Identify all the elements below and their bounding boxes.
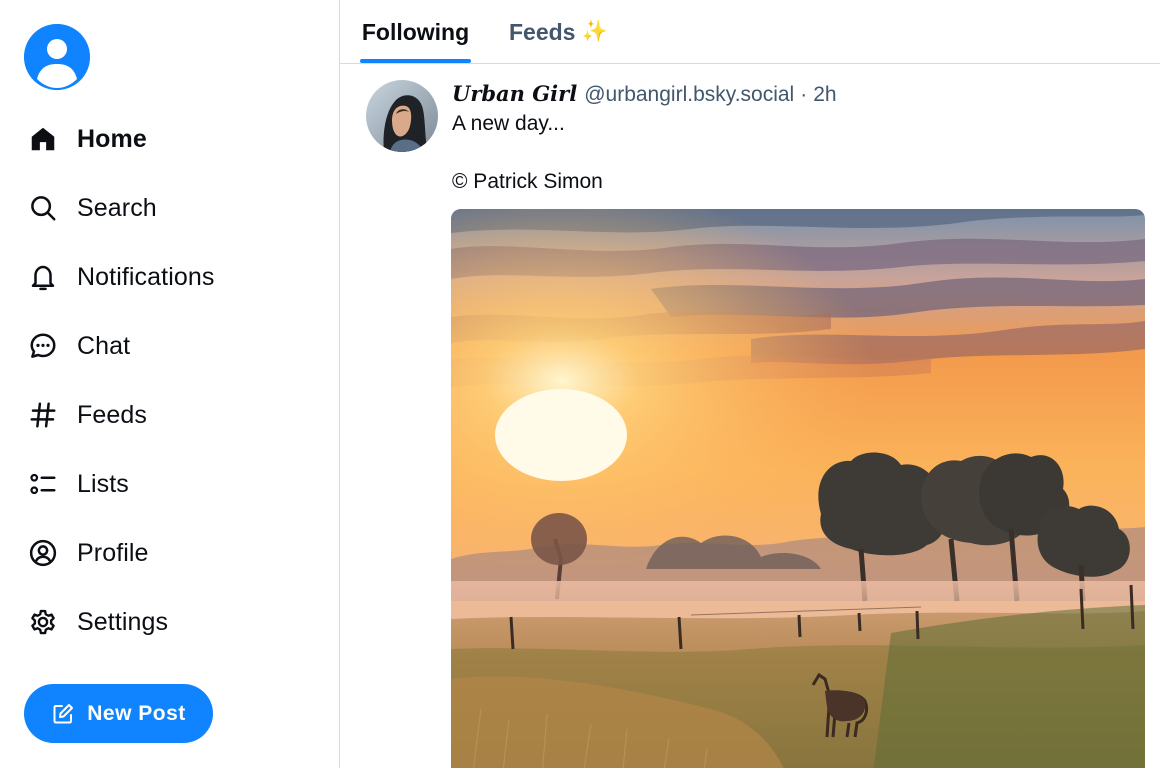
- nav-label-home: Home: [77, 124, 147, 153]
- post-author-name[interactable]: Urban Girl: [452, 81, 577, 106]
- new-post-label: New Post: [87, 701, 186, 725]
- post-text-line-2: © Patrick Simon: [452, 170, 603, 193]
- tab-following[interactable]: Following: [360, 0, 471, 64]
- tab-label-following: Following: [361, 18, 470, 45]
- search-icon: [24, 189, 62, 227]
- sidebar: Home Search Notifications Chat Feeds Lis…: [0, 0, 339, 768]
- nav-label-chat: Chat: [77, 331, 131, 360]
- list-icon: [24, 465, 62, 503]
- home-icon: [24, 120, 62, 158]
- main-column: Following Feeds ✨ Urban Girl @urbangirl.…: [339, 0, 1160, 768]
- nav-item-home[interactable]: Home: [24, 111, 304, 167]
- nav-label-settings: Settings: [77, 607, 169, 636]
- hashtag-icon: [24, 396, 62, 434]
- nav-item-feeds[interactable]: Feeds: [24, 387, 304, 443]
- post-header: Urban Girl @urbangirl.bsky.social · 2h: [452, 81, 837, 109]
- default-avatar-icon: [24, 24, 90, 90]
- post-text-line-1: A new day...: [452, 112, 565, 135]
- post-image[interactable]: [451, 209, 1145, 768]
- author-photo: [366, 80, 438, 152]
- bell-icon: [24, 258, 62, 296]
- post-timestamp[interactable]: 2h: [813, 83, 836, 107]
- chat-icon: [24, 327, 62, 365]
- profile-icon: [24, 534, 62, 572]
- sunrise-landscape-photo: [451, 209, 1145, 768]
- nav-item-chat[interactable]: Chat: [24, 318, 304, 374]
- edit-icon: [53, 703, 74, 723]
- feed-post[interactable]: Urban Girl @urbangirl.bsky.social · 2h A…: [340, 65, 1160, 768]
- nav-label-profile: Profile: [77, 538, 149, 567]
- gear-icon: [24, 603, 62, 641]
- active-tab-indicator: [360, 59, 471, 63]
- nav-label-notifications: Notifications: [77, 262, 215, 291]
- nav-item-profile[interactable]: Profile: [24, 525, 304, 581]
- account-avatar[interactable]: [24, 24, 90, 90]
- new-post-button[interactable]: New Post: [24, 684, 213, 743]
- nav-item-settings[interactable]: Settings: [24, 594, 304, 650]
- post-author-handle[interactable]: @urbangirl.bsky.social: [584, 83, 794, 107]
- nav-item-notifications[interactable]: Notifications: [24, 249, 304, 305]
- header-separator: ·: [800, 83, 808, 106]
- nav-label-lists: Lists: [77, 469, 129, 498]
- nav-label-feeds: Feeds: [77, 400, 147, 429]
- nav-item-lists[interactable]: Lists: [24, 456, 304, 512]
- tab-feeds[interactable]: Feeds ✨: [509, 0, 608, 64]
- tab-label-feeds: Feeds: [509, 18, 576, 45]
- nav-item-search[interactable]: Search: [24, 180, 304, 236]
- nav-label-search: Search: [77, 193, 157, 222]
- sparkle-icon: ✨: [581, 20, 608, 43]
- post-author-avatar[interactable]: [366, 80, 438, 152]
- feed-tabs: Following Feeds ✨: [340, 0, 1160, 64]
